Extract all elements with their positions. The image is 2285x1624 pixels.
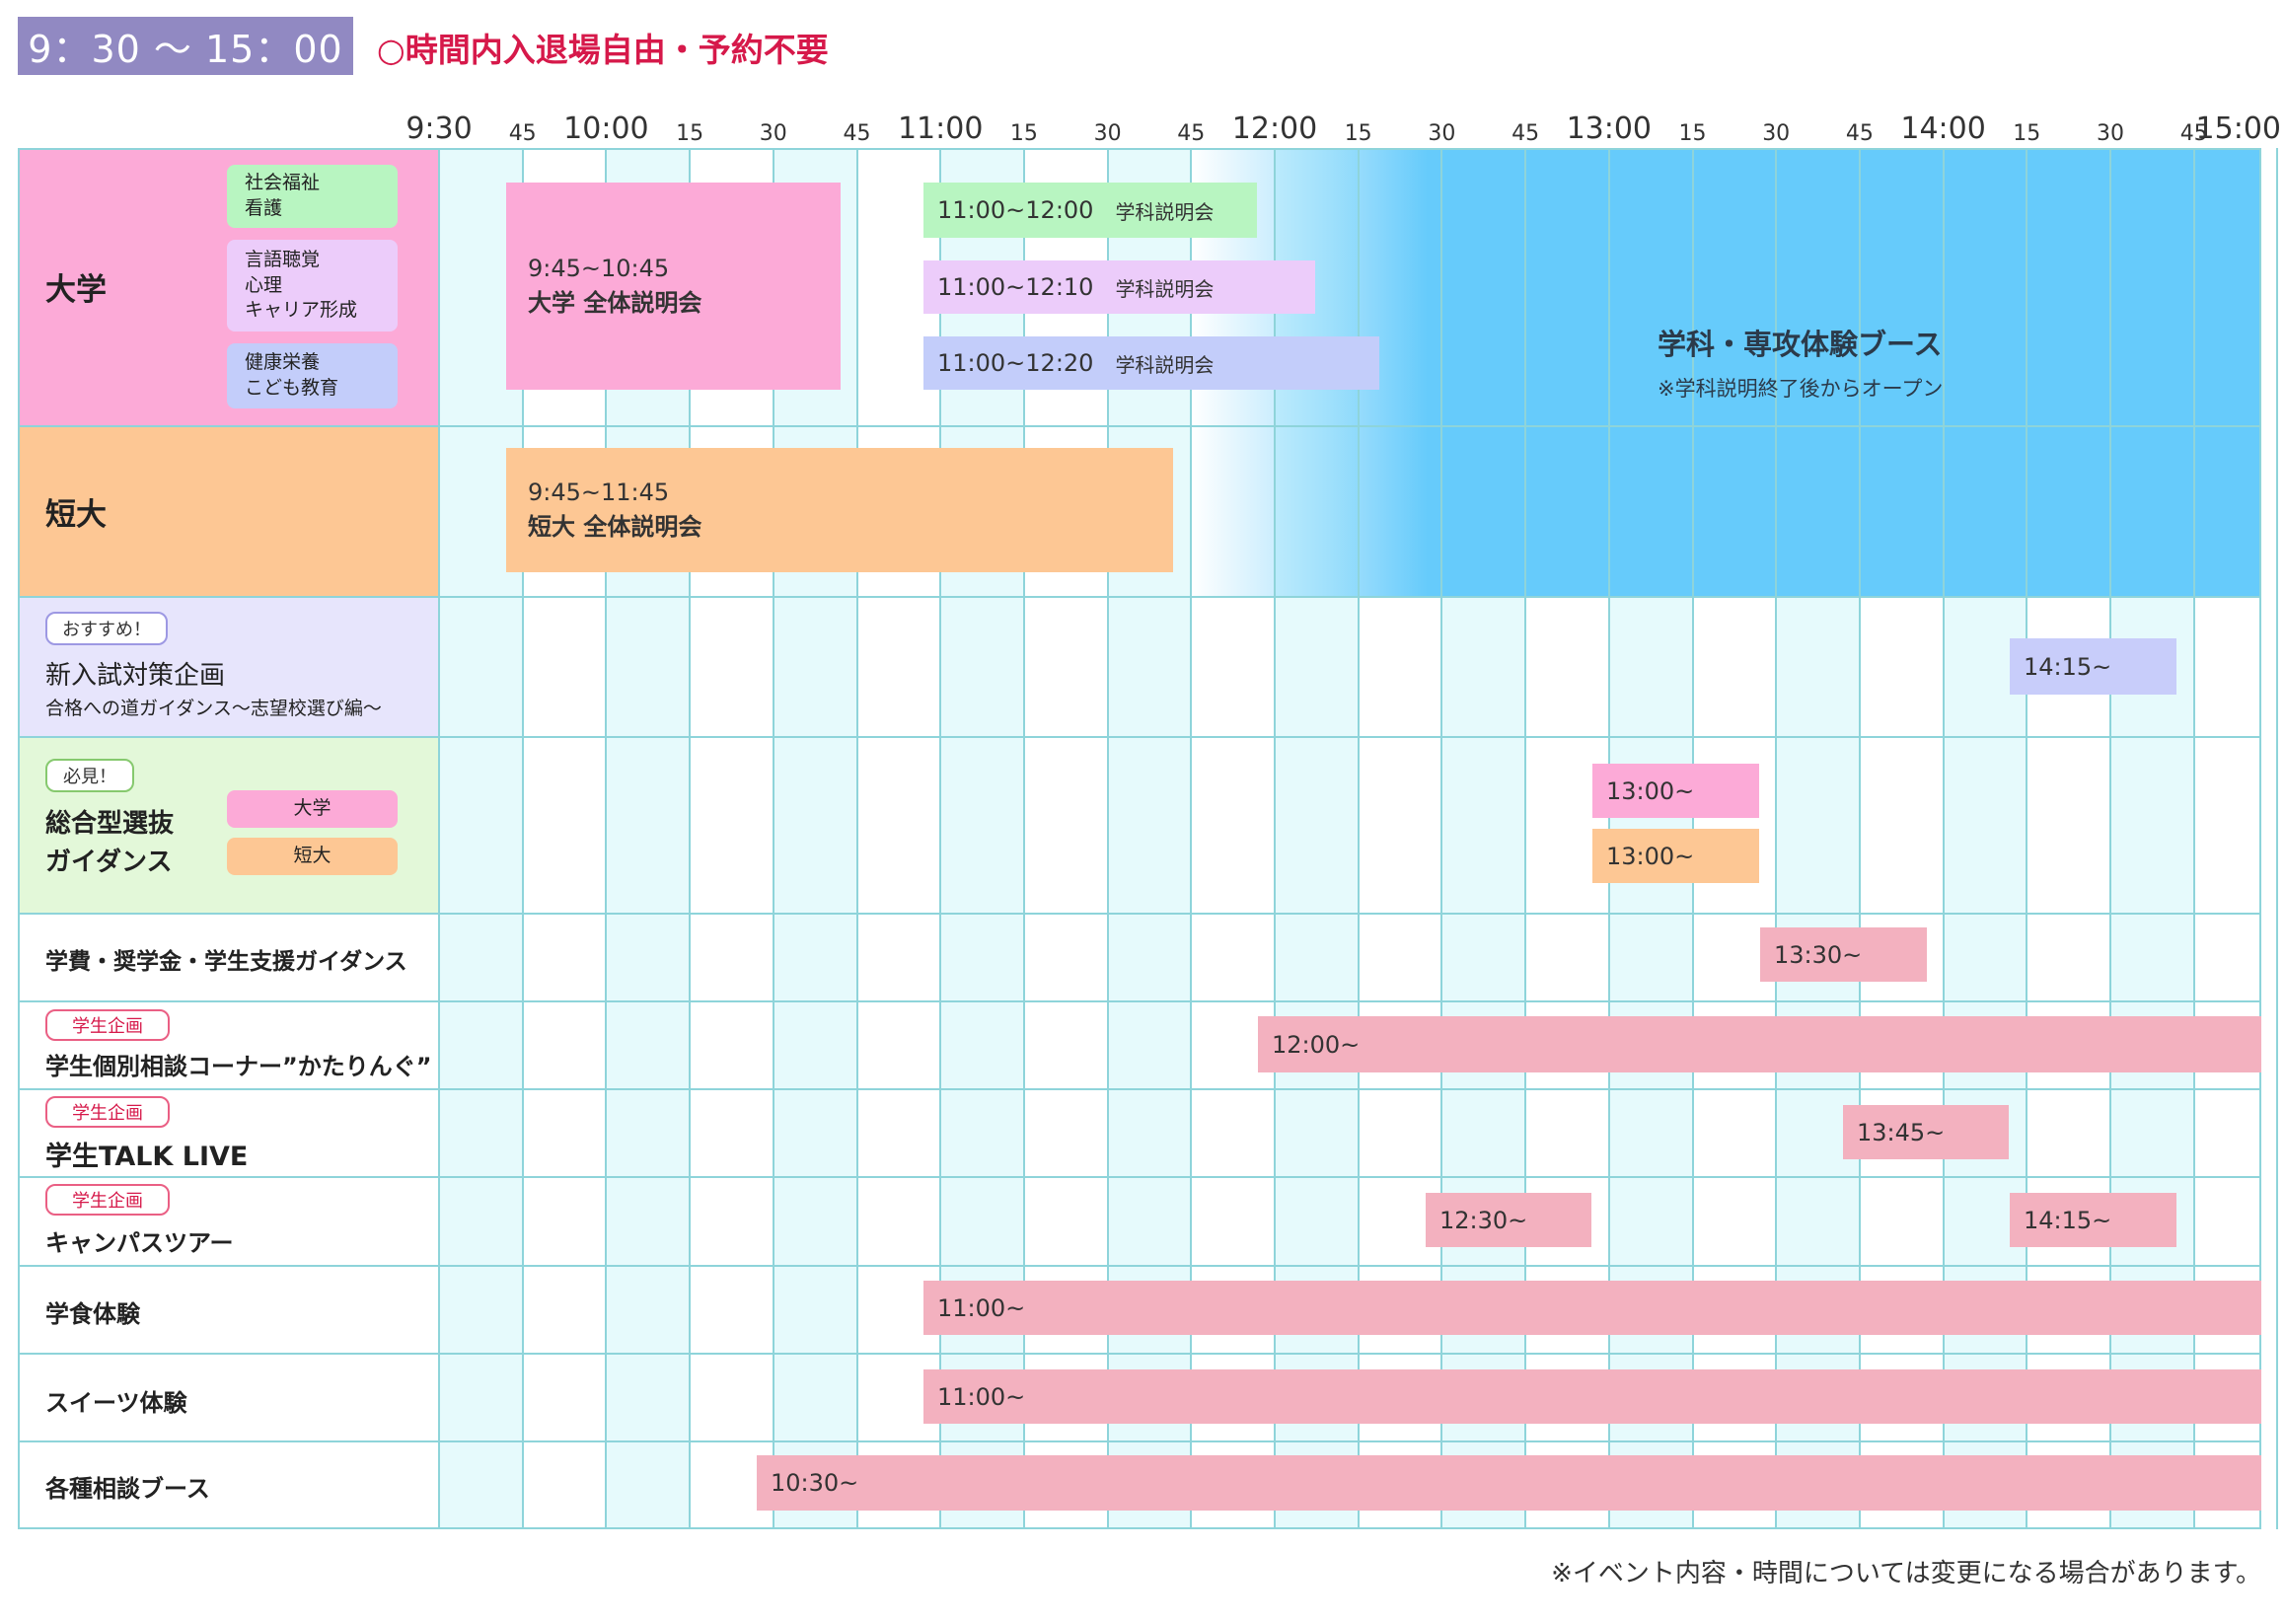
dept-name: 健康栄養 <box>245 351 321 374</box>
grid-line <box>18 736 2261 738</box>
grid-line <box>18 596 2261 598</box>
event-tandai-overall: 9:45~11:45 短大 全体説明会 <box>506 448 1173 572</box>
row-label-sweets: スイーツ体験 <box>45 1389 187 1417</box>
grid-line <box>18 1088 2261 1090</box>
event-soudan: 10:30~ <box>757 1455 2261 1511</box>
grid-line <box>438 148 440 1529</box>
grid-line <box>18 1176 2261 1178</box>
daigaku-dept-pill-1: 社会福祉 看護 <box>227 165 398 228</box>
student-project-tag: 学生企画 <box>45 1184 170 1216</box>
dept-name: 社会福祉 <box>245 172 321 194</box>
grid-line <box>18 913 2261 915</box>
dept-name: 看護 <box>245 197 283 219</box>
event-time: 9:45~11:45 <box>528 479 670 507</box>
event-campus-1: 12:30~ <box>1426 1193 1591 1247</box>
student-project-tag: 学生企画 <box>45 1096 170 1128</box>
footer-note: ※イベント内容・時間については変更になる場合があります。 <box>1551 1559 2261 1588</box>
schedule-grid: 大学 社会福祉 看護 言語聴覚 心理 キャリア形成 健康栄養 こども教育 短大 … <box>18 148 2279 1529</box>
dept-name: キャリア形成 <box>245 299 358 322</box>
student-project-tag: 学生企画 <box>45 1009 170 1041</box>
row-label-sogo-1: 総合型選抜 <box>45 809 175 839</box>
event-gakka-1: 11:00~12:00 学科説明会 <box>923 183 1257 238</box>
event-nyushi: 14:15~ <box>2010 638 2176 695</box>
event-time: 9:45~10:45 <box>528 255 670 283</box>
grid-line <box>18 425 2261 427</box>
grid-line <box>18 1265 2261 1267</box>
event-title: 学科説明会 <box>1115 276 1215 301</box>
must-see-tag: 必見！ <box>45 759 134 792</box>
event-time: 11:00~12:10 <box>937 273 1094 301</box>
event-title: 学科説明会 <box>1115 199 1215 224</box>
time-range-badge: 9：30 〜 15：00 <box>18 17 353 75</box>
recommend-tag: おすすめ！ <box>45 612 168 645</box>
row-label-sogo-2: ガイダンス <box>45 848 173 877</box>
row-label-katarin: 学生個別相談コーナー”かたりんぐ” <box>45 1053 432 1080</box>
grid-line <box>18 1000 2261 1002</box>
grid-line <box>18 148 2261 150</box>
event-sogo-daigaku: 13:00~ <box>1592 764 1759 818</box>
event-katarin: 12:00~ <box>1258 1016 2261 1072</box>
header-note: ○時間内入退場自由・予約不要 <box>377 30 829 69</box>
event-campus-2: 14:15~ <box>2010 1193 2176 1247</box>
row-sublabel-nyushi: 合格への道ガイダンス〜志望校選び編〜 <box>45 698 382 719</box>
row-label-gakuhi: 学費・奨学金・学生支援ガイダンス <box>45 949 407 975</box>
event-talk: 13:45~ <box>1843 1105 2009 1159</box>
event-sogo-tandai: 13:00~ <box>1592 829 1759 883</box>
dept-name: 心理 <box>245 273 283 296</box>
grid-line <box>855 148 858 1529</box>
row-label-soudan: 各種相談ブース <box>45 1475 210 1503</box>
event-title: 大学 全体説明会 <box>528 289 702 317</box>
row-label-tandai: 短大 <box>45 497 107 533</box>
event-gakka-3: 11:00~12:20 学科説明会 <box>923 336 1379 390</box>
daigaku-dept-pill-2: 言語聴覚 心理 キャリア形成 <box>227 240 398 332</box>
grid-line <box>18 1440 2261 1442</box>
row-label-nyushi: 新入試対策企画 <box>45 661 226 691</box>
grid-line <box>18 1527 2261 1529</box>
grid-line <box>18 1353 2261 1355</box>
daigaku-dept-pill-3: 健康栄養 こども教育 <box>227 343 398 408</box>
row-label-daigaku: 大学 <box>45 272 107 308</box>
row-label-talk: 学生TALK LIVE <box>45 1142 249 1172</box>
dept-name: 言語聴覚 <box>245 249 321 271</box>
event-gakka-2: 11:00~12:10 学科説明会 <box>923 260 1315 314</box>
row-label-campus: キャンパスツアー <box>45 1229 234 1257</box>
row-label-gakushoku: 学食体験 <box>45 1300 140 1328</box>
grid-line <box>18 148 20 1529</box>
event-gakuhi: 13:30~ <box>1760 927 1927 982</box>
sogo-pill-tandai: 短大 <box>227 838 398 875</box>
booth-title: 学科・専攻体験ブース <box>1658 328 1943 361</box>
time-tick: 15:00 <box>2195 111 2281 146</box>
event-time: 11:00~12:20 <box>937 349 1094 377</box>
event-title: 学科説明会 <box>1115 352 1215 377</box>
grid-line <box>2276 148 2279 1529</box>
event-daigaku-overall: 9:45~10:45 大学 全体説明会 <box>506 183 841 390</box>
dept-name: こども教育 <box>245 377 339 399</box>
sogo-pill-daigaku: 大学 <box>227 790 398 828</box>
event-sweets: 11:00~ <box>923 1369 2261 1424</box>
booth-note: ※学科説明終了後からオープン <box>1658 377 1944 401</box>
event-gakushoku: 11:00~ <box>923 1281 2261 1335</box>
event-title: 短大 全体説明会 <box>528 513 702 541</box>
event-time: 11:00~12:00 <box>937 196 1094 224</box>
